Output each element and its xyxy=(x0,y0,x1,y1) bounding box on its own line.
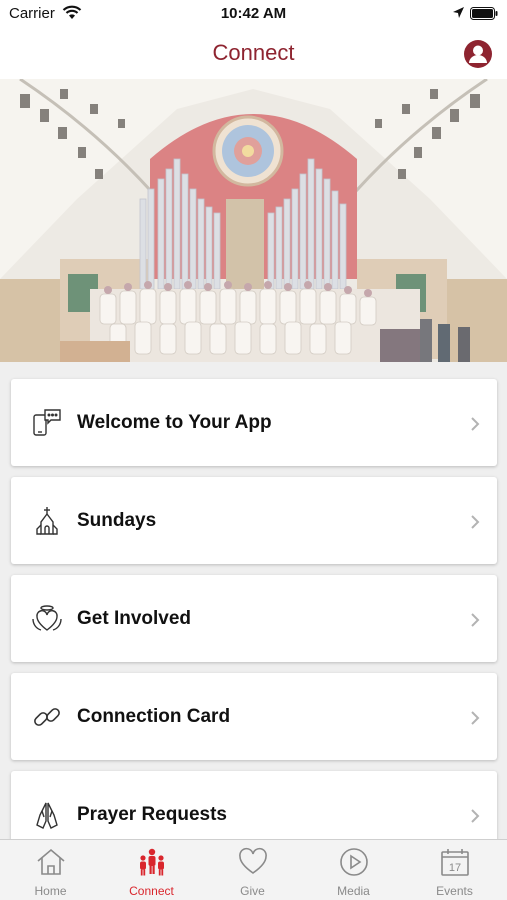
tab-connect[interactable]: Connect xyxy=(101,840,202,900)
chevron-right-icon xyxy=(470,808,480,824)
chevron-right-icon xyxy=(470,514,480,530)
tab-home[interactable]: Home xyxy=(0,840,101,900)
menu-list: Welcome to Your App Sundays Get Involved… xyxy=(0,362,507,839)
tab-media[interactable]: Media xyxy=(303,840,404,900)
page-title: Connect xyxy=(212,40,295,65)
phone-chat-icon xyxy=(31,407,63,439)
calendar-icon: 17 xyxy=(439,846,471,878)
navigation-bar: Connect xyxy=(0,28,507,79)
link-icon xyxy=(31,701,63,733)
menu-item-label: Get Involved xyxy=(77,608,192,629)
tab-label: Connect xyxy=(129,884,174,898)
praying-hands-icon xyxy=(31,799,63,831)
play-circle-icon xyxy=(338,846,370,878)
heart-icon xyxy=(237,846,269,878)
profile-icon[interactable] xyxy=(463,39,493,69)
chevron-right-icon xyxy=(470,416,480,432)
menu-item-get-involved[interactable]: Get Involved xyxy=(11,575,497,662)
heart-halo-icon xyxy=(31,603,63,635)
tab-label: Home xyxy=(34,884,67,898)
tab-events[interactable]: 17 Events xyxy=(404,840,505,900)
status-time: 10:42 AM xyxy=(220,5,287,22)
menu-item-connection-card[interactable]: Connection Card xyxy=(11,673,497,760)
status-bar: Carrier 10:42 AM xyxy=(0,0,507,28)
church-icon xyxy=(31,505,63,537)
tab-label: Events xyxy=(436,884,473,898)
tab-label: Give xyxy=(240,884,265,898)
menu-item-welcome[interactable]: Welcome to Your App xyxy=(11,379,497,466)
chevron-right-icon xyxy=(470,710,480,726)
menu-item-label: Sundays xyxy=(77,510,157,531)
tab-bar: Home Connect Give Media 17 Events xyxy=(0,839,507,900)
tab-give[interactable]: Give xyxy=(202,840,303,900)
menu-item-prayer-requests[interactable]: Prayer Requests xyxy=(11,771,497,839)
battery-icon xyxy=(470,7,498,24)
menu-item-sundays[interactable]: Sundays xyxy=(11,477,497,564)
menu-item-label: Connection Card xyxy=(77,706,231,727)
location-arrow-icon xyxy=(452,6,465,23)
home-icon xyxy=(35,846,67,878)
menu-item-label: Welcome to Your App xyxy=(77,412,272,433)
chevron-right-icon xyxy=(470,612,480,628)
menu-item-label: Prayer Requests xyxy=(77,804,227,825)
hero-image xyxy=(0,79,507,362)
people-icon xyxy=(136,846,168,878)
calendar-day: 17 xyxy=(449,862,461,874)
tab-label: Media xyxy=(337,884,370,898)
